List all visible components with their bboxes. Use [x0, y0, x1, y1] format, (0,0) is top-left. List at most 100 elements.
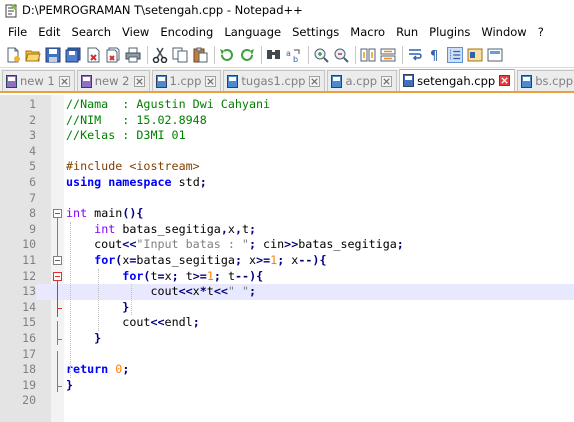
- close-all-icon[interactable]: [105, 47, 121, 63]
- code-line[interactable]: 12 for(t=x; t>=1; t--){: [0, 269, 574, 285]
- show-all-characters-icon[interactable]: ¶: [427, 47, 443, 63]
- fold-toggle-icon[interactable]: [53, 209, 62, 219]
- doc-map-icon[interactable]: [487, 47, 503, 63]
- fold-line: [57, 321, 58, 346]
- code-line[interactable]: 9 int batas_segitiga,x,t;: [0, 222, 574, 238]
- close-tab-icon[interactable]: [499, 75, 511, 86]
- user-defined-language-icon[interactable]: [467, 47, 483, 63]
- code-line[interactable]: 8 int main(){: [0, 206, 574, 222]
- find-icon[interactable]: [266, 47, 282, 63]
- code-line[interactable]: 19}: [0, 378, 574, 394]
- print-icon[interactable]: [125, 47, 141, 63]
- fold-end-marker: [57, 385, 62, 387]
- indent-guide-icon[interactable]: [447, 46, 463, 63]
- menu-window[interactable]: Window: [477, 25, 530, 39]
- toolbar-separator: [214, 45, 215, 64]
- menu-encoding[interactable]: Encoding: [156, 25, 217, 39]
- close-file-icon[interactable]: [85, 47, 101, 63]
- zoom-in-icon[interactable]: [313, 47, 329, 63]
- toolbar-separator: [308, 45, 309, 64]
- close-tab-icon[interactable]: [58, 75, 70, 87]
- svg-text:b: b: [293, 55, 298, 63]
- menu-run[interactable]: Run: [392, 25, 422, 39]
- menu-settings[interactable]: Settings: [288, 25, 343, 39]
- new-file-icon[interactable]: [5, 47, 21, 63]
- unsaved-file-icon: [403, 74, 415, 87]
- title-bar: D:\PEMROGRAMAN T\setengah.cpp - Notepad+…: [0, 0, 574, 22]
- toolbar-separator: [147, 45, 148, 64]
- code-line[interactable]: 20: [0, 393, 574, 409]
- line-number: 1: [29, 97, 36, 111]
- menu-bar: File Edit Search View Encoding Language …: [0, 22, 574, 42]
- replace-icon[interactable]: ab: [286, 47, 302, 63]
- copy-icon[interactable]: [172, 47, 188, 63]
- line-number: 8: [29, 206, 36, 221]
- sync-vertical-icon[interactable]: [360, 47, 376, 63]
- code-text: int main(){: [66, 206, 144, 221]
- close-tab-icon[interactable]: [309, 75, 321, 87]
- code-text: }: [94, 331, 102, 345]
- code-line[interactable]: 11 for(x=batas_segitiga; x>=1; x--){: [0, 253, 574, 269]
- menu-macro[interactable]: Macro: [346, 25, 389, 39]
- tab-new-2[interactable]: new 2: [76, 70, 150, 91]
- word-wrap-icon[interactable]: [407, 47, 423, 63]
- toolbar-separator: [355, 45, 356, 64]
- save-icon[interactable]: [45, 47, 61, 63]
- menu-view[interactable]: View: [118, 25, 153, 39]
- fold-line: [57, 280, 58, 318]
- tab-bs-cpp[interactable]: bs.cpp: [517, 70, 574, 91]
- saved-file-icon: [331, 74, 343, 88]
- tab-tugas1-cpp[interactable]: tugas1.cpp: [223, 70, 326, 91]
- code-line[interactable]: 16 }: [0, 331, 574, 347]
- code-line[interactable]: 5 #include <iostream>: [0, 159, 574, 175]
- menu-language[interactable]: Language: [220, 25, 285, 39]
- saved-file-icon: [227, 74, 239, 88]
- fold-toggle-icon[interactable]: [53, 271, 62, 281]
- code-editor[interactable]: 1 //Nama : Agustin Dwi Cahyani 2 //NIM : 15…: [0, 95, 574, 422]
- code-line[interactable]: 13 cout<<x*t<<" ";: [0, 284, 574, 300]
- tab-a-cpp[interactable]: a.cpp: [327, 70, 398, 91]
- zoom-out-icon[interactable]: [333, 47, 349, 63]
- code-text: for(x=batas_segitiga; x>=1; x--){: [94, 253, 327, 267]
- save-all-icon[interactable]: [65, 47, 81, 63]
- tab-1-cpp[interactable]: 1.cpp: [151, 70, 222, 91]
- tab-new-1[interactable]: new 1: [2, 70, 75, 91]
- code-line[interactable]: 7: [0, 191, 574, 207]
- toolbar-separator: [402, 45, 403, 64]
- code-line[interactable]: 18 return 0;: [0, 362, 574, 378]
- undo-icon[interactable]: [219, 47, 235, 63]
- code-line[interactable]: 1 //Nama : Agustin Dwi Cahyani: [0, 97, 574, 113]
- menu-edit[interactable]: Edit: [34, 25, 64, 39]
- line-number: 7: [29, 190, 36, 205]
- menu-search[interactable]: Search: [68, 25, 116, 39]
- menu-help[interactable]: ?: [534, 25, 548, 39]
- code-line[interactable]: 10 cout<<"Input batas : "; cin>>batas_se…: [0, 237, 574, 253]
- code-line[interactable]: 14 }: [0, 300, 574, 316]
- svg-text:a: a: [286, 49, 291, 58]
- code-line[interactable]: 4: [0, 144, 574, 160]
- line-number: 6: [29, 175, 36, 189]
- redo-icon[interactable]: [239, 47, 255, 63]
- code-line[interactable]: 17: [0, 347, 574, 363]
- tab-label: bs.cpp: [535, 74, 574, 88]
- indent-guide: [98, 268, 99, 331]
- menu-plugins[interactable]: Plugins: [425, 25, 474, 39]
- menu-file[interactable]: File: [4, 25, 31, 39]
- code-line[interactable]: 2 //NIM : 15.02.8948: [0, 113, 574, 129]
- sync-horizontal-icon[interactable]: [380, 47, 396, 63]
- tab-label: tugas1.cpp: [241, 74, 306, 88]
- fold-toggle-icon[interactable]: [53, 256, 62, 265]
- close-tab-icon[interactable]: [133, 75, 145, 87]
- cut-icon[interactable]: [152, 47, 168, 63]
- close-tab-icon[interactable]: [381, 75, 393, 87]
- tab-label: new 2: [94, 74, 130, 88]
- open-file-icon[interactable]: [25, 47, 41, 63]
- tab-label: new 1: [20, 74, 55, 88]
- close-tab-icon[interactable]: [205, 75, 217, 87]
- line-number: 12: [22, 268, 36, 283]
- tab-setengah-cpp[interactable]: setengah.cpp: [399, 69, 516, 91]
- code-line[interactable]: 3 //Kelas : D3MI 01: [0, 128, 574, 144]
- paste-icon[interactable]: [192, 47, 208, 63]
- code-line[interactable]: 6 using namespace std;: [0, 175, 574, 191]
- code-line[interactable]: 15 cout<<endl;: [0, 315, 574, 331]
